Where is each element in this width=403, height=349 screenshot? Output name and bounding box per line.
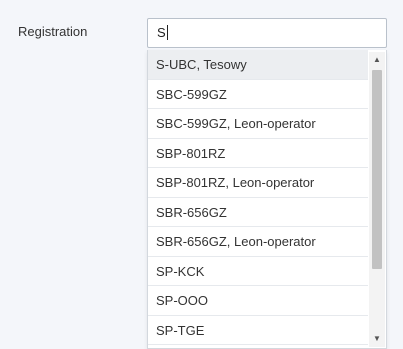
triangle-up-icon[interactable]: ▲ <box>369 52 385 68</box>
dropdown-option[interactable]: SBC-599GZ, Leon-operator <box>148 109 368 139</box>
registration-label: Registration <box>18 24 88 39</box>
dropdown-option[interactable]: S-UBC, Tesowy <box>148 50 368 80</box>
scrollbar-thumb[interactable] <box>372 70 382 269</box>
dropdown-option[interactable]: SBR-656GZ, Leon-operator <box>148 227 368 257</box>
text-caret <box>166 25 168 40</box>
registration-input-value: S <box>157 25 166 40</box>
option-list: S-UBC, Tesowy SBC-599GZ SBC-599GZ, Leon-op… <box>148 50 368 345</box>
autocomplete-dropdown: S-UBC, Tesowy SBC-599GZ SBC-599GZ, Leon-op… <box>147 50 387 349</box>
dropdown-option[interactable]: SP-OOO <box>148 286 368 316</box>
dropdown-option[interactable]: SBP-801RZ, Leon-operator <box>148 168 368 198</box>
dropdown-option[interactable]: SBC-599GZ <box>148 80 368 109</box>
triangle-down-icon[interactable]: ▼ <box>369 331 385 347</box>
dropdown-option[interactable]: SP-TGE <box>148 316 368 345</box>
dropdown-option[interactable]: SBR-656GZ <box>148 198 368 227</box>
dropdown-scrollbar[interactable]: ▲ ▼ <box>369 52 385 347</box>
dropdown-option[interactable]: SBP-801RZ <box>148 139 368 168</box>
registration-input[interactable]: S <box>147 18 387 48</box>
dropdown-option[interactable]: SP-KCK <box>148 257 368 286</box>
